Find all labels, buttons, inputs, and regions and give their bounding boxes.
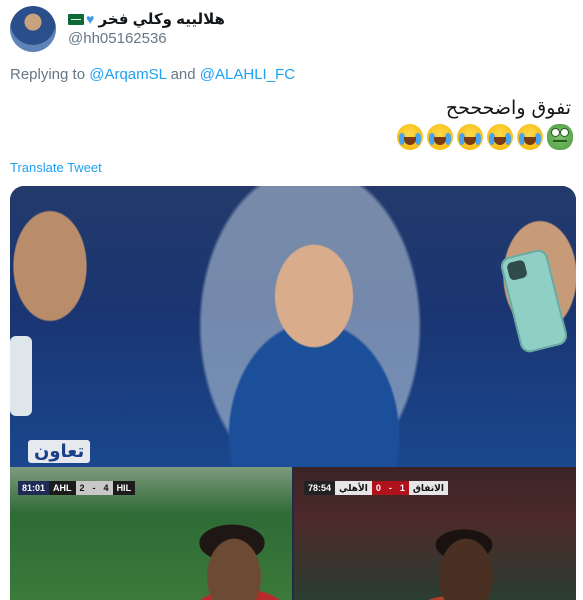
media-photo-match-right[interactable]: 78:54 الأهلي 0 - 1 الاتفاق: [294, 467, 576, 600]
loudly-crying-face-icon: [457, 124, 483, 150]
smartphone-image: [498, 247, 570, 355]
reply-mention-link[interactable]: @ArqamSL: [89, 66, 166, 83]
away-team-code: HIL: [112, 481, 136, 495]
away-team-name: الاتفاق: [408, 481, 448, 495]
translate-tweet-link[interactable]: Translate Tweet: [10, 160, 102, 175]
scoreboard-overlay: 81:01 AHL 2 - 4 HIL: [18, 481, 136, 495]
saudi-flag-icon: [68, 14, 84, 25]
replying-joiner: and: [170, 66, 196, 83]
scoreboard-overlay: 78:54 الأهلي 0 - 1 الاتفاق: [304, 481, 448, 495]
blue-heart-icon: ♥: [86, 11, 95, 27]
replying-to-line: Replying to @ArqamSL and @ALAHLI_FC: [10, 66, 295, 83]
loudly-crying-face-icon: [517, 124, 543, 150]
sponsor-sign-text: تعاون: [28, 440, 91, 463]
away-score: 1: [395, 481, 409, 495]
tweet-media[interactable]: تعاون 81:01 AHL 2 - 4 HIL 78:54 الأهلي 0…: [10, 186, 576, 600]
tweet-header: ♥ هلالييه وكلي فخر @hh05162536: [10, 6, 573, 52]
match-clock: 81:01: [18, 481, 50, 495]
user-handle[interactable]: @hh05162536: [68, 30, 167, 47]
home-score: 0: [371, 481, 385, 495]
reply-mention-link[interactable]: @ALAHLI_FC: [200, 66, 295, 83]
avatar[interactable]: [10, 6, 56, 52]
media-photo-match-left[interactable]: 81:01 AHL 2 - 4 HIL: [10, 467, 292, 600]
media-photo-trophy[interactable]: تعاون: [10, 186, 576, 467]
replying-prefix: Replying to: [10, 66, 86, 83]
home-team-name: الأهلي: [335, 481, 372, 495]
tweet-text: تفوق واضحححح: [445, 97, 571, 119]
display-name-row[interactable]: ♥ هلالييه وكلي فخر: [68, 10, 225, 28]
display-name[interactable]: هلالييه وكلي فخر: [98, 11, 224, 28]
smartphone-image: [10, 336, 32, 416]
loudly-crying-face-icon: [397, 124, 423, 150]
home-team-code: AHL: [49, 481, 76, 495]
match-clock: 78:54: [304, 481, 336, 495]
frog-face-icon: [547, 124, 573, 150]
away-score: 4: [99, 481, 113, 495]
score-separator: -: [384, 481, 396, 495]
home-score: 2: [75, 481, 89, 495]
loudly-crying-face-icon: [427, 124, 453, 150]
loudly-crying-face-icon: [487, 124, 513, 150]
emoji-row: [397, 124, 573, 150]
score-separator: -: [88, 481, 100, 495]
